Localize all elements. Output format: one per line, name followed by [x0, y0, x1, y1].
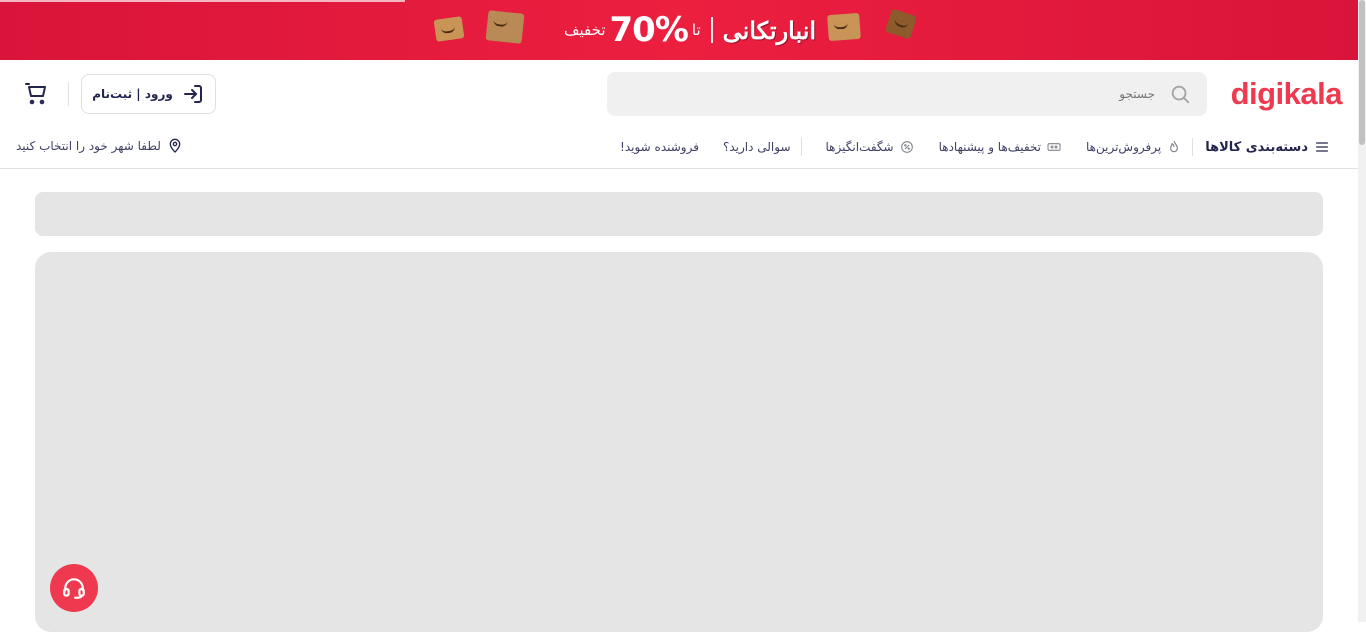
promo-percent: 70% — [609, 10, 689, 50]
percent-badge-icon — [900, 141, 913, 153]
coupon-icon — [1047, 143, 1061, 151]
search-icon — [1171, 85, 1190, 104]
campaign-name: انبارتکانی — [722, 15, 817, 45]
box-mascot-icon — [884, 8, 918, 40]
login-button[interactable]: ورود | ثبت‌نام — [81, 74, 216, 114]
nav-item-label: پرفروش‌ترین‌ها — [1086, 140, 1162, 154]
digikala-logo[interactable]: digikala — [1231, 76, 1343, 112]
main-nav: دسته‌بندی کالاها پرفروش‌ترین‌ها تخفیف‌ها… — [596, 132, 1330, 162]
promo-discount-label: تخفیف — [564, 21, 606, 39]
nav-item-become-seller[interactable]: فروشنده شوید! — [620, 140, 699, 154]
loading-progress-line — [0, 0, 405, 2]
login-icon — [183, 85, 202, 103]
nav-item-amazing[interactable]: شگفت‌انگیزها — [826, 139, 915, 155]
headset-icon — [63, 578, 85, 599]
nav-categories-label: دسته‌بندی کالاها — [1205, 139, 1308, 155]
cart-icon[interactable] — [24, 82, 48, 106]
nav-item-faq[interactable]: سوالی دارید؟ — [723, 140, 791, 154]
nav-divider — [800, 138, 802, 156]
box-mascot-icon — [485, 10, 525, 44]
city-prompt: لطفا شهر خود را انتخاب کنید — [16, 139, 161, 153]
search-bar[interactable] — [607, 72, 1207, 116]
promo-divider — [710, 17, 713, 43]
nav-categories[interactable]: دسته‌بندی کالاها — [1205, 139, 1330, 155]
promo-banner[interactable]: انبارتکانی تا 70% تخفیف — [0, 0, 1358, 60]
login-label: ورود | ثبت‌نام — [92, 87, 173, 101]
site-header: digikala ورود | ثبت‌نام دسته‌بندی کالاها… — [0, 60, 1358, 169]
city-selector[interactable]: لطفا شهر خود را انتخاب کنید — [16, 138, 183, 154]
box-mascot-icon — [827, 12, 861, 42]
loading-placeholder-bar — [35, 192, 1323, 236]
promo-upto: تا — [691, 21, 701, 39]
fire-icon — [1170, 140, 1179, 153]
nav-item-offers[interactable]: تخفیف‌ها و پیشنهادها — [939, 139, 1062, 155]
header-divider — [68, 82, 69, 106]
box-mascot-icon — [433, 16, 465, 42]
nav-item-label: سوالی دارید؟ — [722, 140, 791, 154]
scrollbar-thumb[interactable] — [1359, 0, 1365, 145]
location-pin-icon — [169, 138, 181, 153]
nav-item-label: شگفت‌انگیزها — [825, 140, 894, 154]
search-input[interactable] — [655, 87, 1155, 101]
page-scrollbar[interactable] — [1358, 0, 1366, 622]
loading-placeholder-hero — [35, 252, 1323, 632]
nav-item-label: تخفیف‌ها و پیشنهادها — [938, 140, 1041, 154]
nav-item-label: فروشنده شوید! — [620, 140, 699, 154]
promo-offer: انبارتکانی تا 70% تخفیف — [564, 10, 816, 50]
menu-icon — [1316, 142, 1328, 152]
nav-item-bestsellers[interactable]: پرفروش‌ترین‌ها — [1086, 139, 1182, 155]
support-button[interactable] — [50, 564, 98, 612]
nav-divider — [1192, 138, 1194, 156]
